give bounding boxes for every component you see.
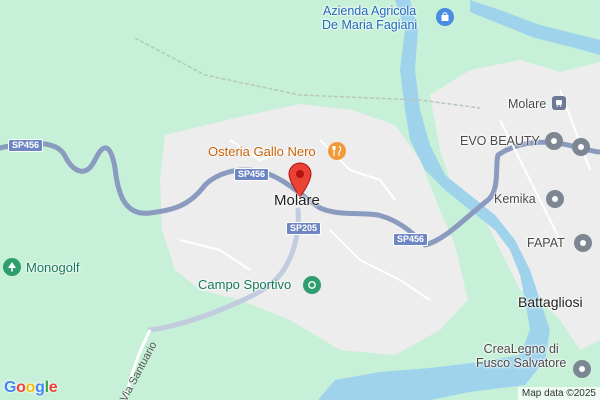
tree-glyph — [8, 262, 16, 272]
business-pin-icon[interactable] — [546, 190, 564, 208]
poi-osteria-gallo-nero-label[interactable]: Osteria Gallo Nero — [208, 144, 316, 160]
bag-glyph — [441, 12, 449, 21]
tree-icon[interactable] — [3, 258, 21, 276]
poi-crealegno-label[interactable]: CreaLegno di Fusco Salvatore — [476, 342, 566, 371]
road-shield-sp456-west: SP456 — [8, 139, 44, 152]
poi-campo-sportivo-label[interactable]: Campo Sportivo — [198, 277, 291, 293]
map-attribution[interactable]: Map data ©2025 — [517, 387, 600, 400]
business-pin-icon[interactable] — [574, 234, 592, 252]
logo-letter: o — [16, 379, 26, 396]
road-shield-sp456-center: SP456 — [234, 168, 270, 181]
stadium-glyph — [308, 281, 316, 289]
poi-fapat-label[interactable]: FAPAT — [527, 236, 565, 250]
poi-azienda-line2: De Maria Fagiani — [322, 18, 418, 33]
pin-glyph — [552, 196, 558, 202]
railway-line — [134, 37, 481, 109]
road-shield-sp456-east: SP456 — [393, 233, 429, 246]
poi-azienda-line1: Azienda Agricola — [323, 4, 417, 18]
pin-glyph — [551, 138, 557, 144]
logo-letter: e — [48, 379, 58, 396]
logo-letter: G — [4, 379, 17, 396]
business-pin-icon[interactable] — [572, 138, 590, 156]
river-north — [470, 0, 600, 55]
pin-glyph — [578, 144, 584, 150]
map-view[interactable]: SP456 SP456 SP456 SP205 Via Santuario Os… — [0, 0, 600, 400]
poi-monogolf-label[interactable]: Monogolf — [26, 260, 79, 276]
fork-knife-glyph — [332, 146, 342, 156]
logo-letter: g — [35, 379, 45, 396]
google-logo: Google — [4, 379, 58, 397]
poi-crealegno-line1: CreaLegno di — [483, 342, 559, 356]
train-glyph — [556, 100, 562, 107]
poi-crealegno-line2: Fusco Salvatore — [476, 356, 567, 371]
restaurant-icon[interactable] — [328, 142, 346, 160]
poi-evo-beauty-label[interactable]: EVO BEAUTY — [460, 134, 540, 148]
logo-letter: o — [25, 379, 36, 396]
business-pin-icon[interactable] — [545, 132, 563, 150]
town-battagliosi-label[interactable]: Battagliosi — [518, 294, 583, 310]
station-molare-label[interactable]: Molare — [508, 97, 546, 111]
town-molare-label[interactable]: Molare — [274, 192, 320, 209]
stadium-icon[interactable] — [303, 276, 321, 294]
business-pin-icon[interactable] — [573, 360, 591, 378]
road-shield-sp205: SP205 — [286, 222, 322, 235]
shopping-bag-icon[interactable] — [436, 8, 454, 26]
pin-glyph — [580, 240, 586, 246]
poi-kemika-label[interactable]: Kemika — [494, 192, 536, 206]
poi-azienda-agricola-label[interactable]: Azienda Agricola De Maria Fagiani — [322, 4, 417, 33]
pin-glyph — [579, 366, 585, 372]
train-station-icon[interactable] — [552, 96, 566, 110]
